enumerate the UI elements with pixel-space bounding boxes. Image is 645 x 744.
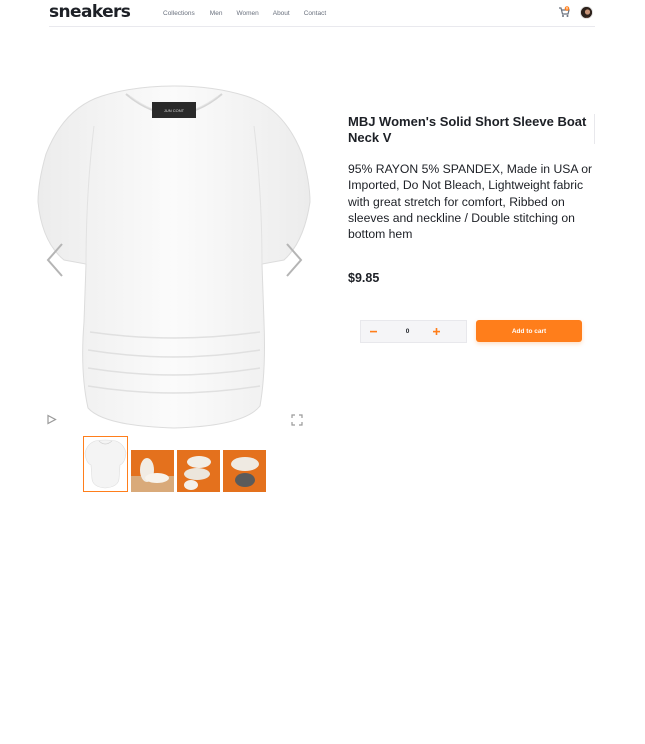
thumbnail-sneaker-image <box>131 450 174 492</box>
play-icon[interactable] <box>46 414 57 425</box>
nav-contact[interactable]: Contact <box>304 9 326 18</box>
quantity-value[interactable]: 0 <box>406 328 410 335</box>
thumbnail-shirt-image <box>84 439 127 489</box>
shirt-tag-label: JUN CONT <box>164 108 185 113</box>
minus-icon[interactable] <box>368 327 378 337</box>
thumbnail-strip <box>83 436 266 492</box>
product-title: MBJ Women's Solid Short Sleeve Boat Neck… <box>348 114 587 145</box>
product-main-image: JUN CONT <box>37 85 311 429</box>
divider <box>594 114 595 144</box>
thumbnail-3[interactable] <box>177 450 220 492</box>
avatar[interactable] <box>580 6 593 19</box>
avatar-image <box>581 7 592 18</box>
thumbnail-sneaker-image <box>177 450 220 492</box>
nav-women[interactable]: Women <box>236 9 258 18</box>
quantity-stepper: 0 <box>360 320 467 343</box>
plus-icon[interactable] <box>431 327 441 337</box>
logo[interactable]: sneakers <box>49 2 131 22</box>
nav-collections[interactable]: Collections <box>163 9 195 18</box>
thumbnail-2[interactable] <box>131 450 174 492</box>
nav-men[interactable]: Men <box>210 9 223 18</box>
chevron-left-icon[interactable] <box>44 242 66 278</box>
nav-about[interactable]: About <box>273 9 290 18</box>
add-to-cart-button[interactable]: Add to cart <box>476 320 582 342</box>
thumbnail-sneaker-image <box>223 450 266 492</box>
fullscreen-icon[interactable] <box>291 414 303 426</box>
chevron-right-icon[interactable] <box>283 242 305 278</box>
main-nav: Collections Men Women About Contact <box>163 9 340 18</box>
cart-icon[interactable]: 0 <box>558 6 570 18</box>
cart-count: 0 <box>566 7 568 11</box>
thumbnail-1[interactable] <box>83 436 128 492</box>
product-price: $9.85 <box>348 271 380 285</box>
product-description: 95% RAYON 5% SPANDEX, Made in USA or Imp… <box>348 162 593 242</box>
site-header: sneakers Collections Men Women About Con… <box>49 0 595 27</box>
thumbnail-4[interactable] <box>223 450 266 492</box>
